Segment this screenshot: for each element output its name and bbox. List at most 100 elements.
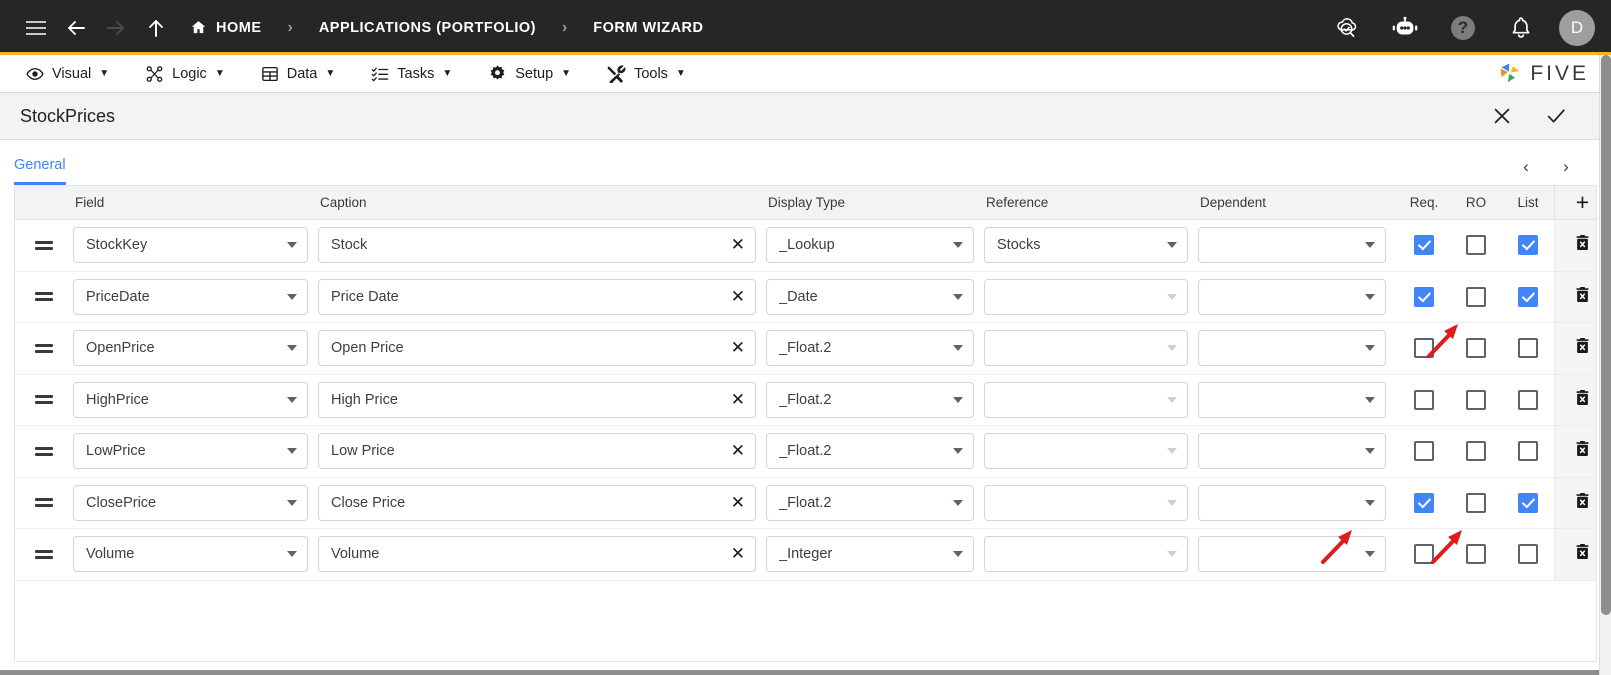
bottom-scrollbar[interactable] <box>0 670 1611 675</box>
clear-x-icon[interactable]: ✕ <box>723 390 745 410</box>
menu-logic[interactable]: Logic ▼ <box>127 55 243 92</box>
required-checkbox[interactable] <box>1414 389 1434 410</box>
field-select[interactable]: ClosePrice <box>73 484 308 521</box>
menu-visual[interactable]: Visual ▼ <box>8 55 127 92</box>
field-select[interactable]: PriceDate <box>73 278 308 315</box>
clear-x-icon[interactable]: ✕ <box>723 235 745 255</box>
save-button[interactable] <box>1543 103 1569 129</box>
menu-setup[interactable]: Setup ▼ <box>470 55 589 92</box>
caption-input[interactable]: Close Price ✕ <box>318 484 756 521</box>
breadcrumb-item-home[interactable]: HOME <box>186 19 266 36</box>
field-value: ClosePrice <box>86 494 157 511</box>
delete-row-button[interactable] <box>1554 426 1596 477</box>
dependent-select[interactable] <box>1198 330 1386 367</box>
dependent-select[interactable] <box>1198 433 1386 470</box>
required-checkbox[interactable] <box>1414 338 1434 359</box>
field-select[interactable]: LowPrice <box>73 433 308 470</box>
tab-general[interactable]: General <box>14 157 66 185</box>
row-drag-handle[interactable] <box>15 343 73 353</box>
delete-row-button[interactable] <box>1554 271 1596 322</box>
row-drag-handle[interactable] <box>15 446 73 456</box>
breadcrumb-item-applications[interactable]: APPLICATIONS (PORTFOLIO) <box>315 20 540 36</box>
forward-button[interactable] <box>96 8 136 48</box>
readonly-checkbox[interactable] <box>1466 235 1486 256</box>
display-type-select[interactable]: _Lookup <box>766 227 974 264</box>
clear-x-icon[interactable]: ✕ <box>723 544 745 564</box>
delete-row-button[interactable] <box>1554 220 1596 271</box>
back-button[interactable] <box>56 8 96 48</box>
readonly-checkbox[interactable] <box>1466 338 1486 359</box>
row-drag-handle[interactable] <box>15 395 73 405</box>
dependent-select[interactable] <box>1198 484 1386 521</box>
display-type-select[interactable]: _Float.2 <box>766 330 974 367</box>
menu-tasks[interactable]: Tasks ▼ <box>353 55 470 92</box>
reference-select[interactable]: Stocks <box>984 227 1188 264</box>
delete-row-button[interactable] <box>1554 323 1596 374</box>
clear-x-icon[interactable]: ✕ <box>723 441 745 461</box>
display-type-select[interactable]: _Date <box>766 278 974 315</box>
field-select[interactable]: OpenPrice <box>73 330 308 367</box>
caption-input[interactable]: Low Price ✕ <box>318 433 756 470</box>
required-checkbox[interactable] <box>1414 492 1434 513</box>
caption-input[interactable]: Volume ✕ <box>318 536 756 573</box>
list-checkbox[interactable] <box>1518 441 1538 462</box>
scrollbar-thumb[interactable] <box>1601 55 1611 615</box>
vertical-scrollbar[interactable] <box>1599 55 1611 675</box>
previous-record-button[interactable]: ‹ <box>1517 157 1535 177</box>
breadcrumb-item-form-wizard[interactable]: FORM WIZARD <box>589 20 707 36</box>
up-button[interactable] <box>136 8 176 48</box>
add-row-button[interactable]: + <box>1554 186 1596 219</box>
readonly-checkbox[interactable] <box>1466 441 1486 462</box>
caption-input[interactable]: Open Price ✕ <box>318 330 756 367</box>
display-type-select[interactable]: _Integer <box>766 536 974 573</box>
list-checkbox[interactable] <box>1518 338 1538 359</box>
readonly-checkbox[interactable] <box>1466 492 1486 513</box>
user-avatar[interactable]: D <box>1559 9 1595 46</box>
cloud-check-button[interactable] <box>1327 8 1367 48</box>
list-checkbox[interactable] <box>1518 389 1538 410</box>
list-checkbox[interactable] <box>1518 492 1538 513</box>
delete-row-button[interactable] <box>1554 477 1596 528</box>
list-checkbox[interactable] <box>1518 235 1538 256</box>
display-type-select[interactable]: _Float.2 <box>766 381 974 418</box>
cancel-button[interactable] <box>1489 103 1515 129</box>
caption-input[interactable]: High Price ✕ <box>318 381 756 418</box>
dependent-select[interactable] <box>1198 227 1386 264</box>
display-type-select[interactable]: _Float.2 <box>766 484 974 521</box>
display-type-select[interactable]: _Float.2 <box>766 433 974 470</box>
field-select[interactable]: HighPrice <box>73 381 308 418</box>
clear-x-icon[interactable]: ✕ <box>723 338 745 358</box>
delete-row-button[interactable] <box>1554 529 1596 580</box>
required-checkbox[interactable] <box>1414 441 1434 462</box>
required-checkbox[interactable] <box>1414 286 1434 307</box>
help-button[interactable]: ? <box>1443 8 1483 48</box>
dependent-select[interactable] <box>1198 278 1386 315</box>
readonly-checkbox[interactable] <box>1466 544 1486 565</box>
dependent-select[interactable] <box>1198 381 1386 418</box>
row-drag-handle[interactable] <box>15 549 73 559</box>
menu-tools[interactable]: Tools ▼ <box>589 55 704 92</box>
brand-logo: FIVE <box>1497 61 1603 87</box>
field-select[interactable]: Volume <box>73 536 308 573</box>
field-select[interactable]: StockKey <box>73 227 308 264</box>
menu-data[interactable]: Data ▼ <box>243 55 354 92</box>
list-checkbox[interactable] <box>1518 544 1538 565</box>
dependent-select[interactable] <box>1198 536 1386 573</box>
clear-x-icon[interactable]: ✕ <box>723 287 745 307</box>
row-drag-handle[interactable] <box>15 292 73 302</box>
list-checkbox[interactable] <box>1518 286 1538 307</box>
delete-row-button[interactable] <box>1554 374 1596 425</box>
caption-input[interactable]: Stock ✕ <box>318 227 756 264</box>
assistant-bot-button[interactable] <box>1385 8 1425 48</box>
required-checkbox[interactable] <box>1414 544 1434 565</box>
required-checkbox[interactable] <box>1414 235 1434 256</box>
caption-input[interactable]: Price Date ✕ <box>318 278 756 315</box>
readonly-checkbox[interactable] <box>1466 286 1486 307</box>
notifications-button[interactable] <box>1501 8 1541 48</box>
readonly-checkbox[interactable] <box>1466 389 1486 410</box>
row-drag-handle[interactable] <box>15 498 73 508</box>
row-drag-handle[interactable] <box>15 240 73 250</box>
next-record-button[interactable]: › <box>1557 157 1575 177</box>
hamburger-menu-button[interactable] <box>16 8 56 48</box>
clear-x-icon[interactable]: ✕ <box>723 493 745 513</box>
